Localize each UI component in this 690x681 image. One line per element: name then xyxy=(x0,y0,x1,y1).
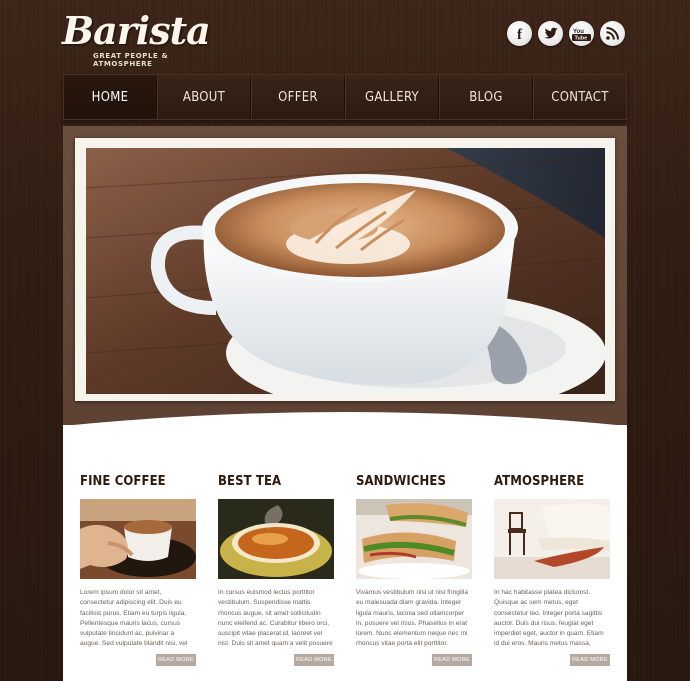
slide-frame xyxy=(75,138,615,401)
coffee-photo[interactable] xyxy=(80,499,196,579)
feature-title: ATMOSPHERE xyxy=(494,474,585,489)
rss-icon[interactable] xyxy=(600,21,625,46)
logo-tagline: GREAT PEOPLE & ATMOSPHERE xyxy=(93,52,169,68)
logo-text: Barista xyxy=(62,8,211,53)
sandwich-photo[interactable] xyxy=(356,499,472,579)
read-more-button[interactable]: READ MORE xyxy=(156,654,196,666)
site-logo[interactable]: Barista GREAT PEOPLE & ATMOSPHERE xyxy=(62,8,222,68)
main-nav: HOME ABOUT OFFER GALLERY BLOG CONTACT xyxy=(63,74,627,120)
read-more-button[interactable]: READ MORE xyxy=(570,654,610,666)
atmosphere-photo[interactable] xyxy=(494,499,610,579)
nav-about[interactable]: ABOUT xyxy=(157,75,251,119)
svg-text:f: f xyxy=(517,27,523,41)
feature-fine-coffee: FINE COFFEE Lorem ipsum dolor sit amet, … xyxy=(80,474,196,666)
feature-best-tea: BEST TEA In cursus euismod lectus portti… xyxy=(218,474,334,666)
feature-title: BEST TEA xyxy=(218,474,282,489)
section-curve xyxy=(63,412,627,438)
youtube-icon[interactable]: You Tube xyxy=(569,21,594,46)
feature-text: In hac habitasse platea dictumst. Quisqu… xyxy=(494,589,604,648)
nav-blog[interactable]: BLOG xyxy=(439,75,533,119)
feature-atmosphere: ATMOSPHERE In hac habitasse platea dictu… xyxy=(494,474,610,666)
nav-home[interactable]: HOME xyxy=(64,75,157,119)
social-links: f You Tube xyxy=(507,21,625,46)
feature-text: Vivamus vestibulum nisl ut nisi fringill… xyxy=(356,589,469,648)
latte-art-photo xyxy=(86,148,605,394)
nav-gallery[interactable]: GALLERY xyxy=(345,75,439,119)
feature-text: In cursus euismod lectus porttitor vesti… xyxy=(218,589,333,648)
feature-sandwiches: SANDWICHES Vivamus vestibulum nisl ut ni… xyxy=(356,474,472,666)
facebook-icon[interactable]: f xyxy=(507,21,532,46)
read-more-button[interactable]: READ MORE xyxy=(432,654,472,666)
read-more-button[interactable]: READ MORE xyxy=(294,654,334,666)
feature-title: FINE COFFEE xyxy=(80,474,166,489)
nav-contact[interactable]: CONTACT xyxy=(533,75,626,119)
feature-text: Lorem ipsum dolor sit amet, consectetur … xyxy=(80,589,188,648)
tea-photo[interactable] xyxy=(218,499,334,579)
nav-offer[interactable]: OFFER xyxy=(251,75,345,119)
feature-title: SANDWICHES xyxy=(356,474,447,489)
twitter-icon[interactable] xyxy=(538,21,563,46)
svg-text:Tube: Tube xyxy=(574,35,587,40)
